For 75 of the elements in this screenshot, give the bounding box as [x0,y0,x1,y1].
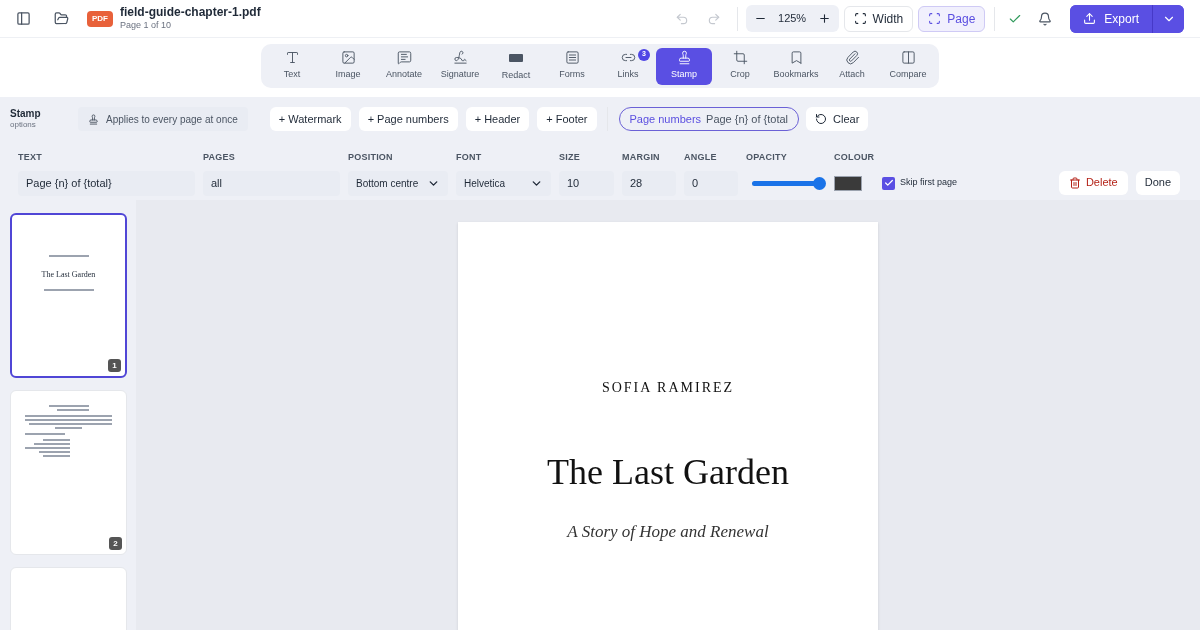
book-subtitle: A Story of Hope and Renewal [567,521,769,543]
slider-thumb[interactable] [813,176,826,190]
done-button[interactable]: Done [1135,170,1180,195]
input-field[interactable]: 28 [622,170,676,196]
tool-button[interactable]: Attach [824,47,880,85]
bookmark-icon [788,50,804,66]
preset-button[interactable]: + Watermark [269,107,351,131]
tool-button[interactable]: Image [320,47,376,85]
tool-button[interactable]: Stamp [656,47,712,85]
hint-chip: Applies to every page at once [78,107,248,131]
page-count: Page 1 of 10 [120,20,173,32]
preset-button[interactable]: + Footer [537,107,597,131]
tool-button[interactable]: Annotate [376,47,432,85]
dropdown[interactable]: Helvetica [456,170,551,196]
field-label: OPACITY [746,151,788,164]
tool-button[interactable]: Compare [880,47,936,85]
tool-button[interactable]: Text [264,47,320,85]
author-name: SOFIA RAMIREZ [601,379,735,397]
input-field[interactable]: 0 [684,170,738,196]
fit-icon [853,12,867,25]
field-label: MARGIN [622,151,661,164]
upload-icon [1083,12,1097,25]
reset-icon [815,113,827,125]
panel-subtitle: options [10,120,37,131]
page-number-badge: 2 [109,537,122,550]
bell-icon[interactable] [1038,11,1053,26]
sidebar-toggle-icon[interactable] [16,11,31,26]
fit-button[interactable]: Page [918,5,986,32]
stamp-icon [88,113,99,125]
image-icon [340,50,356,66]
input-field[interactable]: all [203,170,340,196]
file-name: field-guide-chapter-1.pdf [120,5,261,21]
field-label: TEXT [18,151,43,164]
input-field[interactable]: 10 [559,170,614,196]
checkbox[interactable] [882,176,895,190]
columns-icon [900,50,916,66]
panel-title: Stamp [10,107,42,121]
colour-swatch[interactable] [834,175,862,191]
stamp-icon [676,50,692,66]
input-field[interactable]: Page {n} of {total} [18,170,195,196]
thumbnail-title: The Last Garden [41,269,96,281]
field-label: POSITION [348,151,394,164]
field-label: SIZE [559,151,581,164]
folder-icon[interactable] [54,11,69,26]
comment-icon [396,50,412,66]
page-number-badge: 1 [108,359,121,372]
field-label: ANGLE [684,151,718,164]
tool-button[interactable]: Crop [712,47,768,85]
clear-button[interactable]: Clear [806,107,869,131]
preset-button[interactable]: + Page numbers [358,107,458,131]
tool-button[interactable]: Signature [432,47,488,85]
file-type-badge: PDF [87,10,113,27]
checkbox-label: Skip first page [900,176,958,190]
preset-button[interactable]: + Header [465,107,530,131]
tool-button[interactable]: Bookmarks [768,47,824,85]
field-label: FONT [456,151,483,164]
fit-button[interactable]: Width [843,5,914,32]
redact-icon [509,53,523,62]
field-label: PAGES [203,151,236,164]
form-icon [564,50,580,66]
tool-button[interactable]: Redact [488,47,544,85]
tool-button[interactable]: Forms [544,47,600,85]
text-icon [284,50,300,66]
fit-icon [928,12,942,25]
zoom-level: 125% [778,11,807,27]
delete-button[interactable]: Delete [1058,170,1128,195]
trash-icon [1068,176,1081,189]
page-thumbnail[interactable]: The Last Garden 1 [10,213,127,378]
zoom-in-icon[interactable] [817,12,831,25]
crop-icon [732,50,748,66]
signature-icon [452,50,468,66]
dropdown[interactable]: Bottom centre [348,170,448,196]
book-title: The Last Garden [547,451,789,494]
page-thumbnail[interactable]: 2 [10,390,127,555]
paperclip-icon [844,50,860,66]
